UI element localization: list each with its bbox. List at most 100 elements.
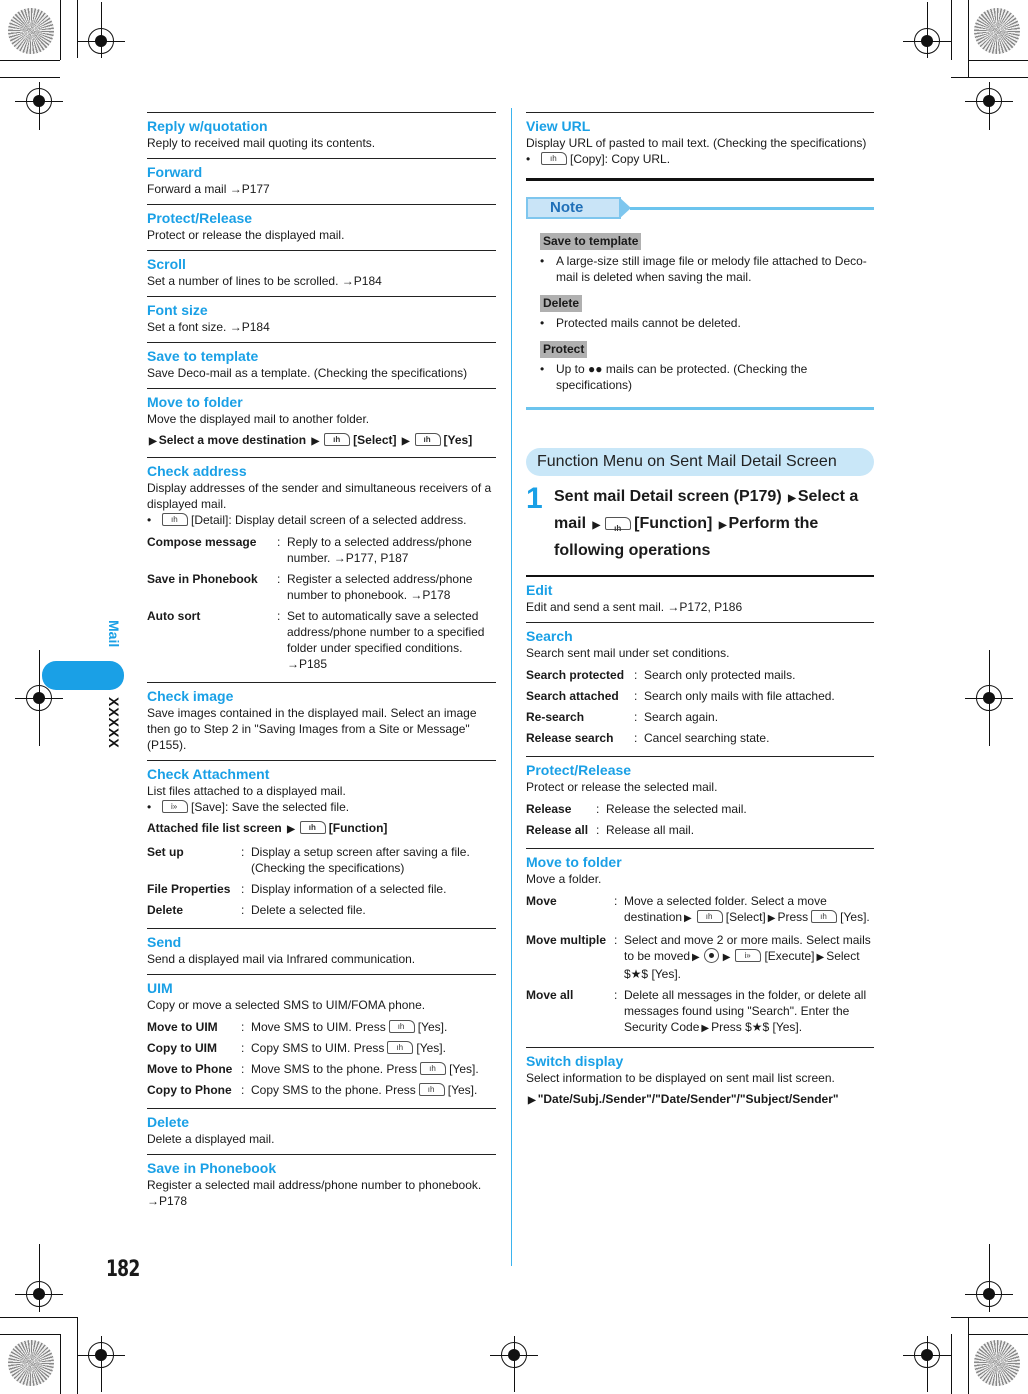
- section-title: Font size: [147, 302, 208, 318]
- menu-key-icon: [388, 1019, 415, 1035]
- page-number: 182: [106, 1257, 140, 1282]
- chapter-label: Mail: [106, 620, 122, 648]
- arrow-icon: ▶: [722, 952, 731, 963]
- option-value: Copy SMS to UIM. Press[Yes].: [251, 1038, 496, 1059]
- section-protect-release: Protect/Release Protect or release the s…: [526, 756, 874, 848]
- section-protect-release: Protect/Release Protect or release the d…: [147, 204, 496, 250]
- option-value: Move a selected folder. Select a move de…: [624, 891, 874, 930]
- option-value: Release all mail.: [606, 823, 695, 837]
- section-move-folder: Move to folder Move the displayed mail t…: [147, 388, 496, 457]
- option-value: Search only mails with file attached.: [644, 689, 835, 703]
- section-save-template: Save to template Save Deco-mail as a tem…: [147, 342, 496, 388]
- note-item: • Up to ●● mails can be protected. (Check…: [540, 362, 808, 392]
- arrow-icon: ▶: [592, 520, 601, 531]
- option-value: Delete a selected file.: [251, 903, 366, 917]
- option-key: Set up: [147, 845, 184, 859]
- section-desc: Move a folder.: [526, 872, 602, 886]
- option-key: Save in Phonebook: [147, 572, 258, 586]
- section-desc: Select information to be displayed on se…: [526, 1071, 835, 1085]
- registration-starburst-icon: [974, 8, 1020, 54]
- section-title: Save in Phonebook: [147, 1160, 277, 1176]
- section-scroll: Scroll Set a number of lines to be scrol…: [147, 250, 496, 296]
- option-list: Move to UIM:Move SMS to UIM. Press[Yes].…: [147, 1017, 496, 1101]
- section-view-url: View URL Display URL of pasted to mail t…: [526, 112, 874, 176]
- menu-key-icon: [162, 512, 188, 528]
- option-key: Release all: [526, 823, 589, 837]
- section-desc: Move the displayed mail to another folde…: [147, 412, 370, 426]
- option-key: Copy to Phone: [147, 1083, 232, 1097]
- section-desc: Protect or release the displayed mail.: [147, 228, 345, 242]
- section-desc: Set a number of lines to be scrolled. →P…: [147, 274, 382, 288]
- option-key: Move multiple: [526, 933, 607, 947]
- section-desc: Send a displayed mail via Infrared commu…: [147, 952, 416, 966]
- option-key: Release: [526, 802, 572, 816]
- option-value: Select and move 2 or more mails. Select …: [624, 930, 874, 985]
- section-save-phonebook: Save in Phonebook Register a selected ma…: [147, 1154, 496, 1216]
- bullet: •[Detail]: Display detail screen of a se…: [147, 512, 496, 528]
- bullet: •[Save]: Save the selected file.: [147, 799, 496, 815]
- section-desc: Save Deco-mail as a template. (Checking …: [147, 366, 468, 380]
- note-item: • Protected mails cannot be deleted.: [540, 316, 741, 330]
- option-value: Cancel searching state.: [644, 731, 770, 745]
- menu-key-icon: [605, 516, 632, 541]
- menu-key-icon: [811, 909, 838, 925]
- section-uim: UIM Copy or move a selected SMS to UIM/F…: [147, 974, 496, 1108]
- section-desc: Set a font size. →P184: [147, 320, 270, 334]
- arrow-icon: ▶: [816, 952, 825, 963]
- section-title: Check Attachment: [147, 766, 270, 782]
- section-desc: Edit and send a sent mail. →P172, P186: [526, 600, 743, 614]
- option-value: Reply to a selected address/phone number…: [287, 535, 472, 565]
- section-title: Search: [526, 628, 573, 644]
- option-list: Search protected: Search only protected m…: [526, 665, 874, 749]
- registration-starburst-icon: [8, 1340, 54, 1386]
- function-menu-header: Function Menu on Sent Mail Detail Screen: [526, 448, 874, 476]
- section-desc: Delete a displayed mail.: [147, 1132, 275, 1146]
- option-key: Copy to UIM: [147, 1041, 217, 1055]
- section-title: Reply w/quotation: [147, 118, 268, 134]
- note-tag: Delete: [540, 295, 583, 312]
- procedure: ▶ "Date/Subj./Sender"/"Date/Sender"/"Subj…: [528, 1092, 839, 1106]
- section-check-address: Check address Display addresses of the s…: [147, 457, 496, 682]
- note-item: • A large-size still image file or melody…: [540, 254, 867, 284]
- section-title: Save to template: [147, 348, 259, 364]
- option-key: Search attached: [526, 689, 619, 703]
- arrow-icon: ▶: [718, 520, 727, 531]
- registration-starburst-icon: [974, 1340, 1020, 1386]
- step-1: 1 Sent mail Detail screen (P179) ▶ Select…: [526, 484, 874, 563]
- section-title: Edit: [526, 582, 553, 598]
- section-switch-display: Switch display Select information to be …: [526, 1047, 874, 1116]
- menu-key-icon: [414, 432, 441, 448]
- menu-key-icon: [696, 909, 723, 925]
- option-key: Search protected: [526, 668, 625, 682]
- left-column: Reply w/quotation Reply to received mail…: [147, 112, 496, 1216]
- section-desc: Search sent mail under set conditions.: [526, 646, 730, 660]
- section-desc: Copy or move a selected SMS to UIM/FOMA …: [147, 998, 426, 1012]
- option-value: Display information of a selected file.: [251, 882, 447, 896]
- section-desc: Save images contained in the displayed m…: [147, 706, 477, 752]
- ir-key-icon: [735, 948, 762, 964]
- section-title: UIM: [147, 980, 173, 996]
- section-title: View URL: [526, 118, 591, 134]
- section-title: Send: [147, 934, 182, 950]
- section-desc: List files attached to a displayed mail.: [147, 784, 346, 798]
- menu-key-icon: [387, 1040, 414, 1056]
- option-value: Display a setup screen after saving a fi…: [251, 845, 470, 875]
- arrow-icon: ▶: [311, 436, 320, 447]
- section-move-folder: Move to folder Move a folder. Move: Move…: [526, 848, 874, 1047]
- center-key-icon: [703, 948, 719, 963]
- step-number: 1: [526, 482, 543, 515]
- arrow-icon: ▶: [528, 1095, 536, 1106]
- right-column: View URL Display URL of pasted to mail t…: [526, 112, 874, 1116]
- option-key: Move to Phone: [147, 1062, 233, 1076]
- section-send: Send Send a displayed mail via Infrared …: [147, 928, 496, 974]
- section-title: Move to folder: [147, 394, 243, 410]
- arrow-icon: ▶: [287, 824, 295, 835]
- note-bottom-rule: [526, 407, 874, 410]
- menu-key-icon: [324, 432, 351, 448]
- section-title: Switch display: [526, 1053, 624, 1069]
- option-value: Release the selected mail.: [606, 802, 747, 816]
- note-tag: Protect: [540, 341, 588, 358]
- section-edit: Edit Edit and send a sent mail. →P172, P…: [526, 577, 874, 622]
- option-list: Compose message: Reply to a selected addr…: [147, 532, 496, 675]
- option-value: Move SMS to UIM. Press[Yes].: [251, 1017, 496, 1038]
